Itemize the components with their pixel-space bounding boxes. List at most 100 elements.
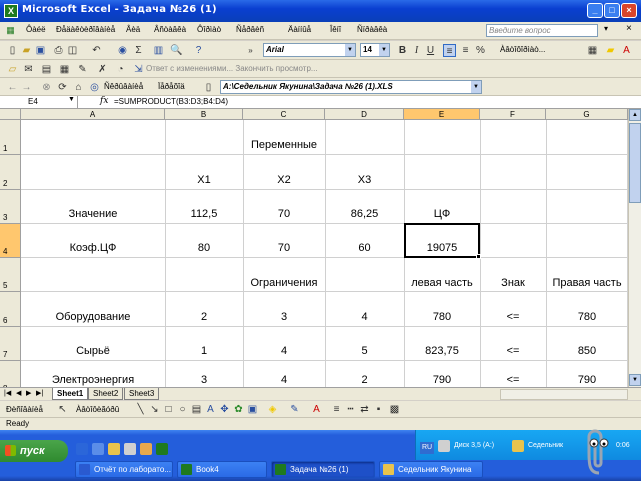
cell-a3[interactable]: Значение: [21, 208, 165, 220]
formula-input[interactable]: =SUMPRODUCT(B3:D3;B4:D4): [114, 97, 228, 106]
address-input[interactable]: A:\Седельник Якунина\Задача №26 (1).XLS …: [220, 80, 482, 94]
italic-icon[interactable]: I: [410, 44, 423, 57]
borders-icon[interactable]: ▦: [586, 44, 599, 57]
edit-comment-icon[interactable]: ✎: [76, 63, 89, 76]
horizontal-scrollbar[interactable]: [500, 389, 628, 400]
row-header-1[interactable]: 1: [0, 120, 21, 155]
dash-style-icon[interactable]: ┅: [344, 403, 357, 416]
font-color-icon[interactable]: A: [620, 44, 633, 57]
show-only-web-toolbar-icon[interactable]: ▯: [202, 81, 215, 94]
menu-insert[interactable]: Âñòàâêà: [154, 25, 186, 34]
menu-view[interactable]: Âèä: [126, 25, 140, 34]
menu-help[interactable]: Ñïðàâêà: [357, 25, 387, 34]
first-sheet-icon[interactable]: |◀: [4, 389, 11, 397]
row-header-3[interactable]: 3: [0, 190, 21, 224]
hyperlink-icon[interactable]: ◉: [116, 44, 129, 57]
picture-icon[interactable]: ▣: [246, 403, 259, 416]
cell-b2[interactable]: X1: [165, 174, 243, 186]
line-icon[interactable]: ╲: [134, 403, 147, 416]
chevron-down-icon[interactable]: ▼: [379, 44, 389, 56]
cell-c3[interactable]: 70: [243, 208, 325, 220]
refresh-icon[interactable]: ⟳: [56, 81, 69, 94]
oval-icon[interactable]: ○: [176, 403, 189, 416]
cell-f5[interactable]: Знак: [480, 277, 546, 289]
close-button[interactable]: ×: [621, 3, 637, 18]
row-header-7[interactable]: 7: [0, 327, 21, 361]
cell-b7[interactable]: 1: [165, 345, 243, 357]
workbook-icon[interactable]: ▦: [4, 24, 17, 37]
chart-wizard-icon[interactable]: ▥: [152, 44, 165, 57]
chevron-down-icon[interactable]: ▼: [471, 81, 481, 93]
cell-g6[interactable]: 780: [546, 311, 628, 323]
arrow-icon[interactable]: ↘: [148, 403, 161, 416]
fill-handle[interactable]: [476, 254, 481, 259]
font-name-select[interactable]: Arial ▼: [263, 43, 356, 57]
reviewer-icon[interactable]: ◔: [114, 63, 127, 76]
menu-window[interactable]: Îêíî: [330, 25, 341, 34]
row-header-8[interactable]: 8: [0, 361, 21, 387]
cell-c1[interactable]: Переменные: [243, 139, 325, 151]
align-right-icon[interactable]: ≡: [459, 44, 472, 57]
preview-icon[interactable]: ◫: [66, 44, 79, 57]
clipart-icon[interactable]: ✿: [232, 403, 245, 416]
cell-e8[interactable]: 790: [404, 374, 480, 386]
prev-sheet-icon[interactable]: ◀: [16, 389, 21, 397]
maximize-button[interactable]: □: [604, 3, 620, 18]
line-color-icon[interactable]: ✎: [288, 403, 301, 416]
cell-c4[interactable]: 70: [243, 242, 325, 254]
zoom-icon[interactable]: 🔍: [170, 44, 183, 57]
sheet-tab-1[interactable]: Sheet1: [52, 388, 89, 400]
align-center-icon[interactable]: ≡: [443, 44, 456, 57]
reply-with-changes-button[interactable]: Ответ с изменениями... Закончить просмот…: [146, 64, 318, 73]
quicklaunch-desktop-icon[interactable]: [92, 443, 104, 455]
fx-icon[interactable]: fx: [100, 96, 108, 106]
open-icon[interactable]: ▰: [20, 44, 33, 57]
cell-b6[interactable]: 2: [165, 311, 243, 323]
cell-b3[interactable]: 112,5: [165, 208, 243, 220]
forward-icon[interactable]: →: [20, 81, 33, 94]
scroll-thumb[interactable]: [629, 123, 641, 203]
cell-c2[interactable]: X2: [243, 174, 325, 186]
toolbar-options-icon[interactable]: »: [244, 44, 257, 57]
cell-d2[interactable]: X3: [325, 174, 404, 186]
last-sheet-icon[interactable]: ▶|: [36, 389, 43, 397]
task-button-zadacha[interactable]: Задача №26 (1): [271, 461, 375, 478]
fill-color-icon[interactable]: ◈: [266, 403, 279, 416]
font-size-select[interactable]: 14 ▼: [360, 43, 390, 57]
arrow-style-icon[interactable]: ⇄: [358, 403, 371, 416]
cell-d6[interactable]: 4: [325, 311, 404, 323]
cell-a4[interactable]: Коэф.ЦФ: [21, 242, 165, 254]
chevron-down-icon[interactable]: ▾: [604, 24, 608, 33]
tray-folder-label[interactable]: Седельник: [528, 442, 563, 449]
cell-a6[interactable]: Оборудование: [21, 311, 165, 323]
new-icon[interactable]: ▯: [6, 44, 19, 57]
cell-b8[interactable]: 3: [165, 374, 243, 386]
next-sheet-icon[interactable]: ▶: [26, 389, 31, 397]
cell-a8[interactable]: Электроэнергия: [21, 374, 165, 386]
excel-icon[interactable]: X: [4, 4, 18, 18]
cell-f7[interactable]: <=: [480, 345, 546, 357]
comment-icon[interactable]: ▱: [6, 63, 19, 76]
quicklaunch-outlook-icon[interactable]: [124, 443, 136, 455]
cell-c7[interactable]: 4: [243, 345, 325, 357]
percent-icon[interactable]: %: [474, 44, 487, 57]
line-style-icon[interactable]: ≡: [330, 403, 343, 416]
floppy-icon[interactable]: [438, 440, 450, 452]
go-menu[interactable]: Ïåðåõîä: [158, 82, 185, 91]
cell-c6[interactable]: 3: [243, 311, 325, 323]
row-header-2[interactable]: 2: [0, 155, 21, 190]
task-button-folder[interactable]: Седельник Якунина: [379, 461, 483, 478]
autoshapes-menu[interactable]: Àâòîôèãóðû: [76, 405, 119, 414]
autosum-icon[interactable]: Σ: [132, 44, 145, 57]
minimize-button[interactable]: _: [587, 3, 603, 18]
select-all-corner[interactable]: [0, 109, 21, 120]
cell-c5[interactable]: Ограничения: [243, 277, 325, 289]
column-header-g[interactable]: G: [546, 109, 628, 120]
font-color-icon[interactable]: A: [310, 403, 323, 416]
column-header-f[interactable]: F: [480, 109, 546, 120]
column-header-e[interactable]: E: [404, 109, 480, 120]
cell-d4[interactable]: 60: [325, 242, 404, 254]
folder-icon[interactable]: [512, 440, 524, 452]
delete-comment-icon[interactable]: ✗: [96, 63, 109, 76]
column-header-a[interactable]: A: [21, 109, 165, 120]
